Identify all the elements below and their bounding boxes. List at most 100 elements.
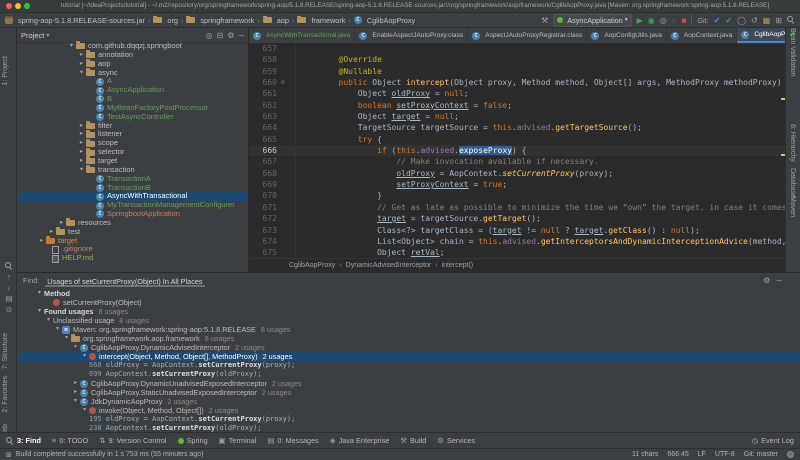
code-line[interactable]: 675 Object retVal; [249, 247, 786, 258]
code-line[interactable]: 664 TargetSource targetSource = this.adv… [249, 122, 786, 133]
find-result-row[interactable]: ▾CCglibAopProxy.DynamicAdvisedIntercepto… [17, 343, 800, 352]
status-widget[interactable]: LF [698, 451, 706, 458]
find-result-row[interactable]: ▾Unclassified usage8 usages [17, 316, 800, 325]
tool-version-control[interactable]: ⇅9: Version Control [99, 436, 166, 445]
git-commit-icon[interactable]: ✔ [725, 16, 732, 25]
chevron-down-icon[interactable]: ▾ [35, 289, 44, 298]
status-widget[interactable]: 11 chars [632, 451, 658, 458]
chevron-down-icon[interactable]: ▾ [80, 352, 89, 361]
project-tree-row[interactable]: ▸annotation [17, 51, 248, 60]
run-config-selector[interactable]: AsyncApplication▾ [553, 14, 631, 27]
find-result-row[interactable]: ▾invoke(Object, Method, Object[])2 usage… [17, 406, 800, 415]
tool-java-enterprise[interactable]: ◈Java Enterprise [330, 436, 389, 445]
project-tree-row[interactable]: CSpringbootApplication [17, 210, 248, 219]
chevron-right-icon[interactable]: ▸ [71, 388, 80, 397]
editor-tab[interactable]: CCglibAopProxy.java✕ [737, 28, 786, 43]
git-update-icon[interactable]: ✔ [714, 16, 721, 25]
minimize-window-icon[interactable] [15, 3, 21, 9]
code-line[interactable]: 663 Object target = null; [249, 111, 786, 122]
undo-icon[interactable]: ↺ [751, 16, 758, 25]
code-line[interactable]: 669 setProxyContext = true; [249, 179, 786, 190]
rerun-search-icon[interactable] [5, 262, 13, 270]
code-line[interactable]: 670 } [249, 190, 786, 201]
breadcrumb-item[interactable]: framework [297, 16, 345, 25]
find-result-row[interactable]: 668oldProxy = AopContext.setCurrentProxy… [17, 361, 800, 370]
editor-breadcrumb-item[interactable]: DynamicAdvisedInterceptor [346, 259, 432, 272]
editor-tab[interactable]: CAsyncWithTransactional.java [249, 28, 355, 43]
tool-strip-label[interactable]: Bean Validation [789, 28, 796, 77]
code-line[interactable]: 665 try { [249, 134, 786, 145]
chevron-right-icon[interactable]: ▸ [77, 122, 86, 131]
profiler-icon[interactable]: ◌ [672, 16, 677, 25]
status-widget[interactable]: 666:45 [667, 451, 688, 458]
debug-icon[interactable]: ◉ [648, 16, 655, 25]
pin-icon[interactable]: ⊙ [6, 306, 12, 314]
status-widget[interactable]: UTF-8 [715, 451, 735, 458]
hide-panel-icon[interactable]: ─ [238, 31, 244, 40]
chevron-down-icon[interactable]: ▾ [44, 316, 53, 325]
chevron-right-icon[interactable]: ▸ [37, 237, 46, 246]
tool-strip-label[interactable]: 2: Favorites [2, 376, 9, 413]
project-tree-row[interactable]: ▸resources [17, 219, 248, 228]
code-line[interactable]: 671 // Get as late as possible to minimi… [249, 202, 786, 213]
chevron-right-icon[interactable]: ▸ [77, 60, 86, 69]
project-tree-row[interactable]: CAsyncApplication [17, 86, 248, 95]
project-tree-row[interactable]: ▸aop [17, 60, 248, 69]
find-result-row[interactable]: ▸CCglibAopProxy.StaticUnadvisedExposedIn… [17, 388, 800, 397]
breadcrumb-item[interactable]: aop [263, 16, 289, 25]
override-marker-icon[interactable]: ⊙ [281, 77, 296, 88]
group-by-icon[interactable]: ▤ [5, 295, 12, 303]
previous-occurrence-icon[interactable]: ↑ [7, 273, 11, 281]
breadcrumb-item[interactable]: spring-aop-5.1.8.RELEASE-sources.jar [5, 16, 145, 25]
code-line[interactable]: 658 @Override [249, 54, 786, 65]
code-line[interactable]: 674 List<Object> chain = this.advised.ge… [249, 236, 786, 247]
project-tree-row[interactable]: ▸selector [17, 148, 248, 157]
code-line[interactable]: 667 // Make invocation available if nece… [249, 156, 786, 167]
code-line[interactable]: 668 oldProxy = AopContext.setCurrentProx… [249, 168, 786, 179]
chevron-down-icon[interactable]: ▾ [71, 343, 80, 352]
shelf-icon[interactable]: ▦ [763, 16, 771, 25]
chevron-right-icon[interactable]: ▸ [77, 51, 86, 60]
find-results-tab[interactable]: Usages of setCurrentProxy(Object) In All… [45, 275, 204, 287]
settings-icon[interactable]: ⚙ [763, 276, 770, 285]
code-line[interactable]: 662 boolean setProxyContext = false; [249, 100, 786, 111]
find-result-row[interactable]: ▾Found usages8 usages [17, 307, 800, 316]
stop-icon[interactable]: ■ [681, 16, 686, 25]
chevron-down-icon[interactable]: ▾ [77, 69, 86, 78]
diff-window-icon[interactable]: ⊞ [775, 16, 782, 25]
hector-icon[interactable] [787, 451, 794, 458]
chevron-down-icon[interactable]: ▾ [46, 32, 49, 39]
chevron-right-icon[interactable]: ▸ [77, 139, 86, 148]
locate-icon[interactable]: ◎ [205, 31, 212, 40]
hide-panel-icon[interactable]: ─ [776, 276, 782, 285]
chevron-down-icon[interactable]: ▾ [67, 42, 76, 51]
editor-breadcrumb-item[interactable]: CglibAopProxy [289, 259, 335, 272]
find-result-row[interactable]: ▾intercept(Object, Method, Object[], Met… [17, 352, 800, 361]
project-tree-row[interactable]: CTestAsyncController [17, 113, 248, 122]
search-everywhere-icon[interactable] [787, 16, 795, 24]
chevron-down-icon[interactable]: ▾ [53, 325, 62, 334]
tool-strip-label[interactable]: 1: Project [2, 56, 9, 86]
run-icon[interactable]: ▶ [637, 16, 643, 25]
breadcrumb-item[interactable]: CCglibAopProxy [354, 16, 415, 25]
tool-terminal[interactable]: ▣Terminal [219, 436, 257, 445]
zoom-window-icon[interactable] [24, 3, 30, 9]
tool-strip-label[interactable]: 8: Hierarchy [789, 124, 796, 162]
code-line[interactable]: 673 Class<?> targetClass = (target != nu… [249, 225, 786, 236]
chevron-right-icon[interactable]: ▸ [77, 130, 86, 139]
close-window-icon[interactable] [6, 3, 12, 9]
status-widget[interactable]: Git: master [744, 451, 778, 458]
editor-breadcrumb-item[interactable]: intercept() [442, 259, 474, 272]
find-result-row[interactable]: 699AopContext.setCurrentProxy(oldProxy); [17, 370, 800, 379]
tool-build[interactable]: ⚒Build [400, 436, 426, 445]
breadcrumb-item[interactable]: springframework [186, 16, 254, 25]
code-line[interactable]: 657 [249, 43, 786, 54]
next-occurrence-icon[interactable]: ↓ [7, 284, 11, 292]
project-tree-row[interactable]: ▸test [17, 228, 248, 237]
find-result-row[interactable]: ▾Method [17, 289, 800, 298]
tool-todo[interactable]: ≡0: TODO [52, 436, 88, 445]
editor-tab[interactable]: CEnableAspectJAutoProxy.class [355, 28, 468, 43]
chevron-down-icon[interactable]: ▾ [62, 334, 71, 343]
project-tree-row[interactable]: ▸filter [17, 122, 248, 131]
build-hammer-icon[interactable]: ⚒ [541, 16, 548, 25]
